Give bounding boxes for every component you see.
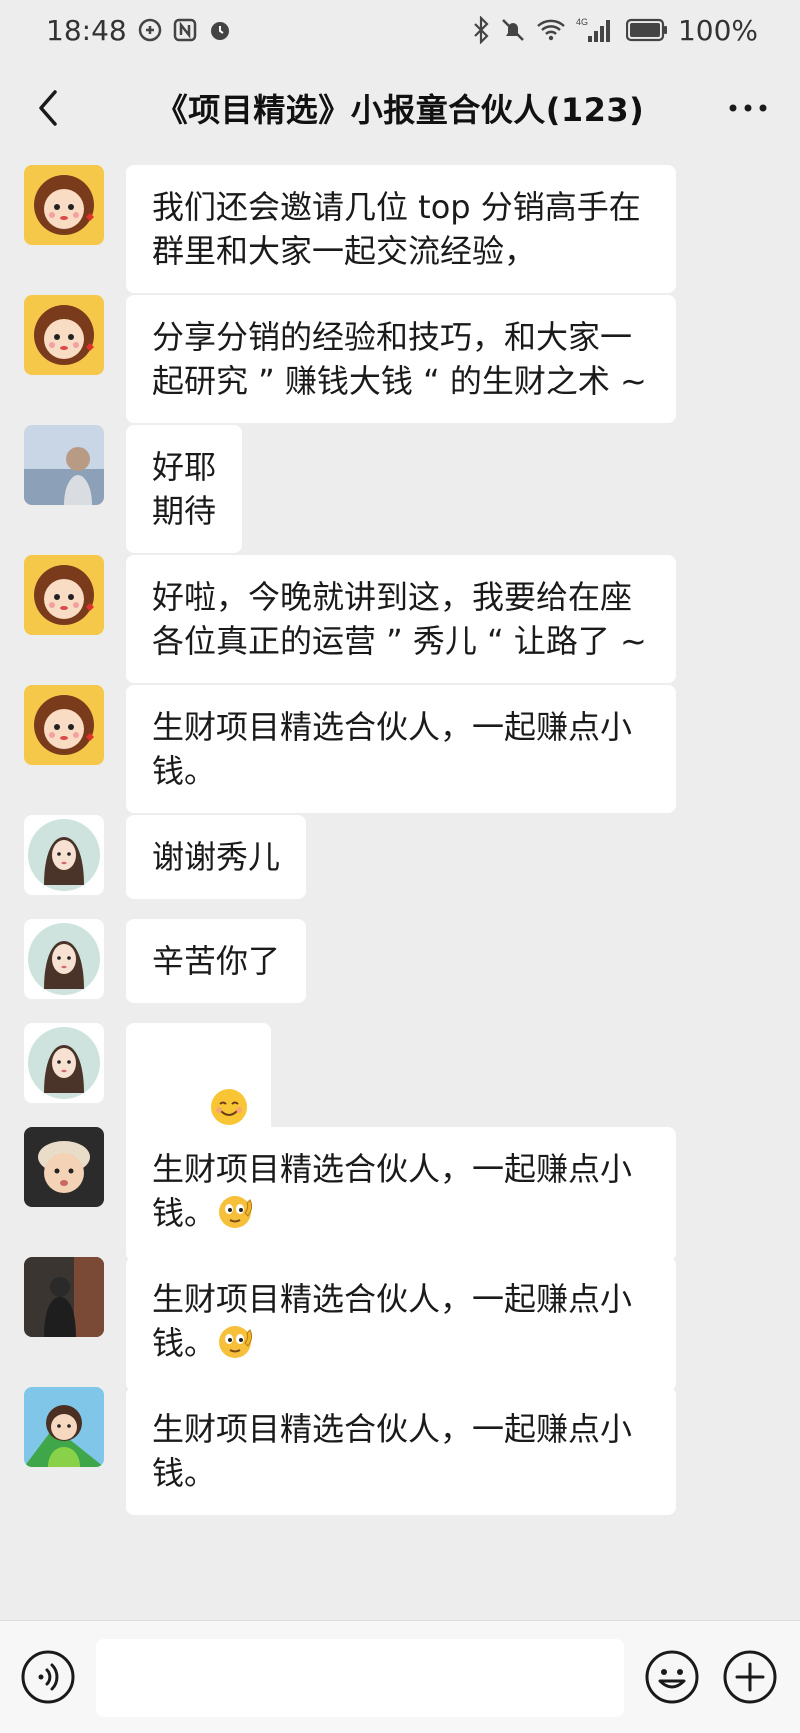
more-options-button[interactable]	[718, 82, 778, 134]
chat-header: 《项目精选》小报童合伙人(123)	[0, 60, 800, 156]
mute-bell-icon	[500, 17, 526, 43]
message-list[interactable]: 我们还会邀请几位 top 分销高手在群里和大家一起交流经验， 分享分销的经验和技…	[0, 158, 800, 1620]
input-bar	[0, 1620, 800, 1733]
avatar[interactable]	[24, 165, 104, 245]
voice-icon	[21, 1650, 75, 1704]
message-bubble[interactable]: 好耶 期待	[126, 425, 243, 553]
data-saver-icon	[137, 17, 163, 43]
emoji-sticker-icon	[216, 1192, 258, 1241]
message-bubble[interactable]: 辛苦你了	[126, 919, 307, 1003]
battery-level: 100%	[677, 13, 758, 47]
more-functions-button[interactable]	[722, 1649, 778, 1705]
wifi-icon	[536, 18, 566, 42]
smiley-face-icon	[645, 1650, 699, 1704]
message-bubble[interactable]: 谢谢秀儿	[126, 815, 307, 899]
status-bar: 18:48 4G 100%	[0, 0, 800, 60]
avatar[interactable]	[24, 555, 104, 635]
message-bubble[interactable]: 生财项目精选合伙人，一起赚点小钱。	[126, 685, 676, 813]
voice-input-button[interactable]	[20, 1649, 76, 1705]
smile-emoji-icon	[211, 1089, 248, 1125]
back-button[interactable]	[22, 82, 74, 134]
alarm-icon	[207, 17, 233, 43]
avatar[interactable]	[24, 815, 104, 895]
avatar[interactable]	[24, 1127, 104, 1207]
emoji-button[interactable]	[644, 1649, 700, 1705]
status-left: 18:48	[46, 14, 233, 47]
message-bubble[interactable]: 我们还会邀请几位 top 分销高手在群里和大家一起交流经验，	[126, 165, 676, 293]
message-bubble[interactable]: 生财项目精选合伙人，一起赚点小钱。	[126, 1387, 676, 1515]
battery-icon	[625, 18, 668, 42]
avatar[interactable]	[24, 1023, 104, 1103]
avatar[interactable]	[24, 1257, 104, 1337]
message-bubble[interactable]: 生财项目精选合伙人，一起赚点小钱。	[126, 1127, 676, 1261]
avatar[interactable]	[24, 425, 104, 505]
nfc-icon	[173, 18, 197, 42]
avatar[interactable]	[24, 295, 104, 375]
emoji-sticker-icon	[216, 1322, 258, 1371]
more-dots-icon	[729, 104, 767, 112]
svg-text:4G: 4G	[576, 17, 588, 27]
chat-title: 《项目精选》小报童合伙人(123)	[155, 91, 645, 129]
plus-circle-icon	[723, 1650, 777, 1704]
avatar[interactable]	[24, 685, 104, 765]
message-input[interactable]	[96, 1639, 624, 1717]
status-time: 18:48	[46, 13, 127, 47]
signal-icon: 4G	[576, 16, 616, 44]
message-bubble[interactable]: 分享分销的经验和技巧，和大家一起研究 ” 赚钱大钱 “ 的生财之术 ~	[126, 295, 676, 423]
bluetooth-icon	[472, 16, 490, 44]
avatar[interactable]	[24, 1387, 104, 1467]
chevron-left-icon	[39, 90, 57, 126]
message-bubble[interactable]: 好啦，今晚就讲到这，我要给在座各位真正的运营 ” 秀儿 “ 让路了 ~	[126, 555, 676, 683]
message-bubble[interactable]: 生财项目精选合伙人，一起赚点小钱。	[126, 1257, 676, 1391]
avatar[interactable]	[24, 919, 104, 999]
status-right: 4G 100%	[472, 14, 758, 47]
